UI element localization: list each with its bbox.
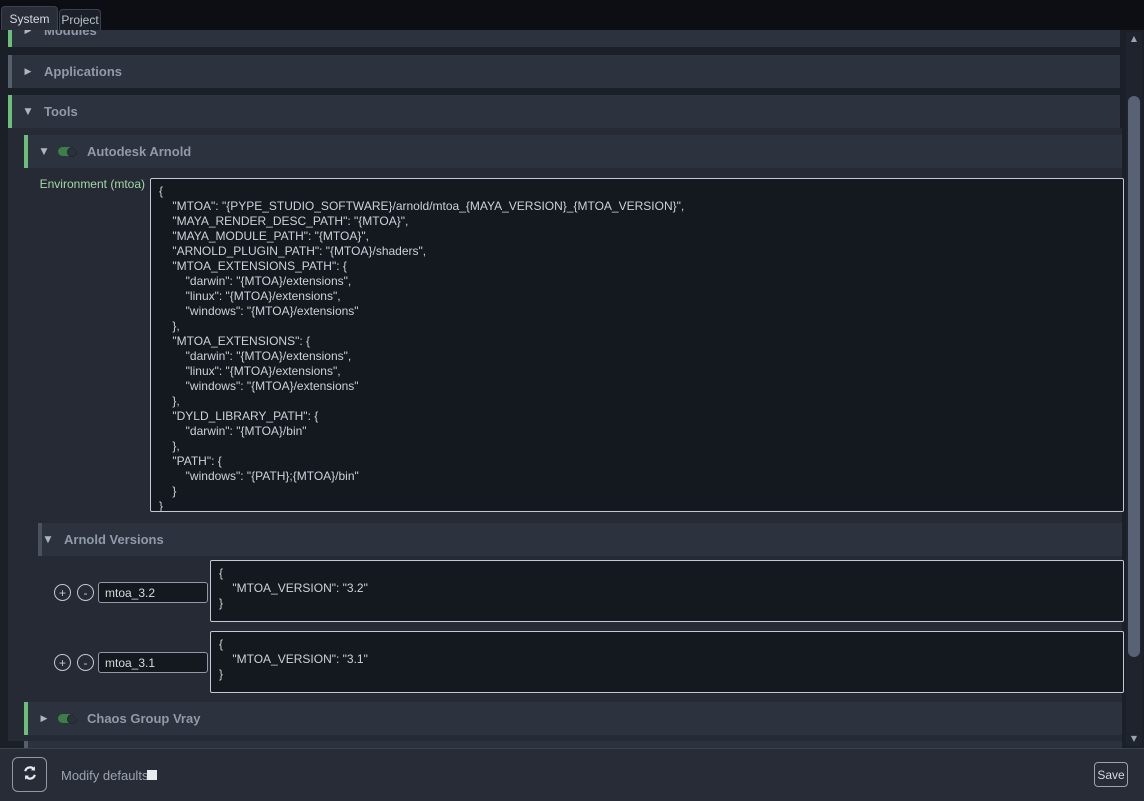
remove-version-button[interactable]: - (77, 654, 94, 671)
section-accent (24, 135, 28, 168)
vray-enabled-toggle[interactable] (58, 714, 77, 723)
remove-version-button[interactable]: - (77, 584, 94, 601)
modify-defaults-label: Modify defaults (61, 749, 148, 801)
tab-system[interactable]: System (1, 6, 58, 30)
refresh-button[interactable] (12, 757, 47, 792)
section-header-arnold-versions[interactable]: ▼ Arnold Versions (38, 523, 1122, 556)
settings-scroll-area: ▶ Modules ▶ Applications ▼ Tools ▼ Autod… (0, 30, 1144, 748)
vertical-scrollbar[interactable]: ▲ ▼ (1126, 32, 1142, 746)
caret-down-icon: ▼ (22, 107, 34, 117)
section-title: Arnold Versions (64, 532, 164, 547)
section-accent (8, 55, 12, 88)
section-header-modules[interactable]: ▶ Modules (8, 30, 1120, 47)
caret-right-icon: ▶ (22, 30, 34, 36)
toggle-knob-icon (67, 714, 77, 724)
toggle-knob-icon (67, 147, 77, 157)
version-name-input[interactable] (98, 582, 208, 603)
scroll-down-icon[interactable]: ▼ (1126, 732, 1142, 746)
section-header-tools[interactable]: ▼ Tools (8, 95, 1120, 128)
footer-bar: Modify defaults Save (0, 748, 1144, 801)
version-name-input[interactable] (98, 652, 208, 673)
section-title: Applications (44, 64, 122, 79)
caret-down-icon: ▼ (38, 147, 50, 157)
section-accent (24, 741, 28, 748)
tab-project[interactable]: Project (59, 9, 101, 30)
refresh-icon (22, 765, 38, 784)
settings-window: System Project ▶ Modules ▶ Applications … (0, 0, 1144, 801)
section-accent (8, 30, 12, 47)
add-version-button[interactable]: + (54, 584, 71, 601)
add-version-button[interactable]: + (54, 654, 71, 671)
environment-mtoa-label: Environment (mtoa) (24, 177, 145, 191)
scroll-up-icon[interactable]: ▲ (1126, 32, 1142, 46)
caret-down-icon: ▼ (42, 535, 54, 545)
caret-right-icon: ▶ (22, 67, 34, 77)
section-title: Tools (44, 104, 78, 119)
section-title: Chaos Group Vray (87, 711, 200, 726)
tab-bar: System Project (0, 0, 1144, 30)
section-title: Modules (44, 30, 97, 38)
section-header-chaos-group-vray[interactable]: ▶ Chaos Group Vray (24, 702, 1122, 735)
section-header-autodesk-arnold[interactable]: ▼ Autodesk Arnold (24, 135, 1122, 168)
section-accent (8, 95, 12, 128)
version-env-textarea[interactable]: { "MTOA_VERSION": "3.2" } (210, 560, 1124, 622)
environment-mtoa-textarea[interactable]: { "MTOA": "{PYPE_STUDIO_SOFTWARE}/arnold… (150, 178, 1124, 512)
version-env-textarea[interactable]: { "MTOA_VERSION": "3.1" } (210, 631, 1124, 693)
section-title: Autodesk Arnold (87, 144, 191, 159)
partial-section-header (24, 741, 1122, 748)
section-accent (24, 702, 28, 735)
arnold-enabled-toggle[interactable] (58, 147, 77, 156)
save-button[interactable]: Save (1094, 762, 1128, 787)
section-header-applications[interactable]: ▶ Applications (8, 55, 1120, 88)
caret-right-icon: ▶ (38, 714, 50, 724)
section-accent (38, 523, 42, 556)
modify-defaults-checkbox[interactable] (147, 770, 157, 780)
scrollbar-thumb[interactable] (1128, 96, 1140, 657)
